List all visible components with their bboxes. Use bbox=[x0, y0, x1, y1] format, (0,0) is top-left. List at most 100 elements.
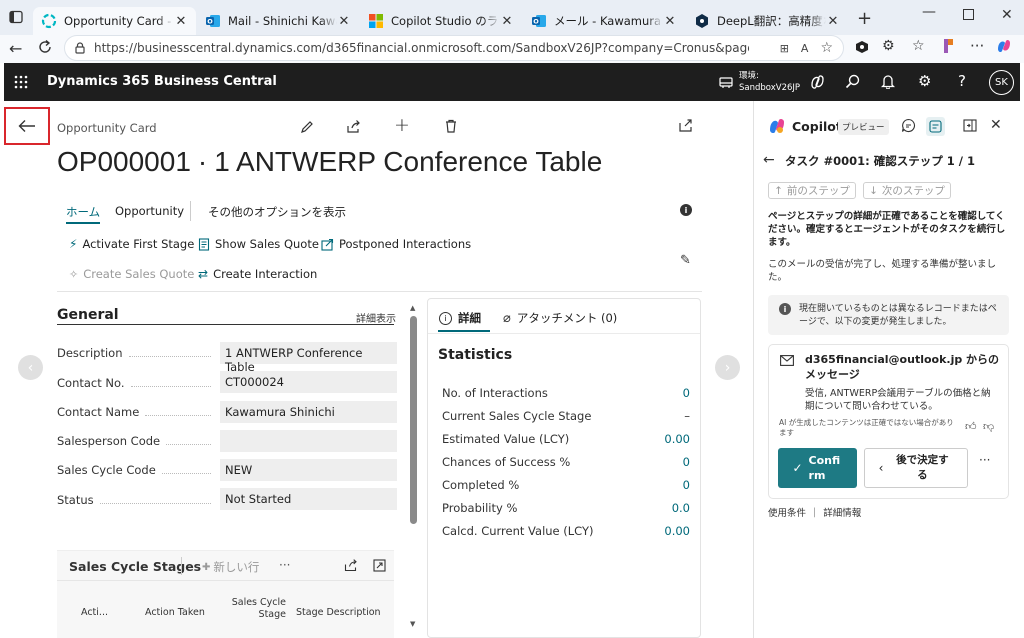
column-header[interactable]: Sales Cycle Stage bbox=[230, 597, 286, 621]
notifications-bell-icon[interactable] bbox=[881, 74, 895, 89]
user-avatar[interactable]: SK bbox=[989, 70, 1014, 95]
maximize-icon[interactable] bbox=[963, 9, 974, 20]
column-header[interactable]: Action Taken bbox=[145, 607, 205, 618]
card-more-button[interactable]: ··· bbox=[979, 453, 990, 467]
close-tab-icon[interactable]: ✕ bbox=[663, 14, 677, 29]
create-sales-quote-button[interactable]: ✧ Create Sales Quote bbox=[69, 267, 194, 281]
general-section-title[interactable]: General bbox=[57, 307, 119, 323]
site-info-icon[interactable] bbox=[73, 41, 87, 55]
chevron-left-icon: ‹ bbox=[878, 461, 884, 475]
dock-panel-icon[interactable] bbox=[963, 119, 977, 132]
activate-first-stage-button[interactable]: ⚡ Activate First Stage bbox=[69, 237, 194, 251]
previous-step-button[interactable]: ↑ 前のステップ bbox=[768, 182, 856, 199]
show-more-link[interactable]: 詳細表示 bbox=[356, 310, 396, 325]
create-quote-icon: ✧ bbox=[69, 267, 79, 281]
new-record-plus-icon[interactable]: + bbox=[394, 114, 410, 136]
extension-icon[interactable] bbox=[855, 40, 869, 54]
previous-record-button[interactable]: ‹ bbox=[18, 355, 43, 380]
column-header[interactable]: Stage Description bbox=[296, 607, 381, 618]
back-button[interactable] bbox=[4, 107, 50, 145]
contact-no-field[interactable]: CT000024 bbox=[220, 371, 397, 393]
help-icon[interactable]: ? bbox=[958, 72, 966, 90]
browser-tab-deepl[interactable]: DeepL翻訳：高精度な翻訳ツール ✕ bbox=[686, 7, 848, 35]
read-aloud-icon[interactable]: A bbox=[801, 42, 809, 55]
profile-flag-icon[interactable] bbox=[942, 38, 956, 54]
close-window-icon[interactable]: ✕ bbox=[1001, 7, 1013, 23]
copilot-pane: Copilot プレビュー ✕ ← タスク #0001: 確認ステップ 1 / … bbox=[753, 101, 1020, 638]
edge-copilot-icon[interactable] bbox=[996, 39, 1012, 53]
close-tab-icon[interactable]: ✕ bbox=[174, 14, 188, 29]
open-new-window-icon[interactable] bbox=[679, 119, 693, 132]
close-tab-icon[interactable]: ✕ bbox=[337, 14, 351, 29]
browser-tab-outlook[interactable]: O メール - Kawamura Shinichi - Outlook ✕ bbox=[523, 7, 685, 35]
document-icon bbox=[198, 237, 210, 251]
expand-icon[interactable] bbox=[373, 559, 386, 572]
description-field[interactable]: 1 ANTWERP Conference Table bbox=[220, 342, 397, 374]
ai-disclaimer: AI が生成したコンテンツは正確ではない場合があります bbox=[779, 418, 954, 437]
close-tab-icon[interactable]: ✕ bbox=[500, 14, 514, 29]
stages-more-button[interactable]: ··· bbox=[279, 558, 290, 572]
bc-app-header: Dynamics 365 Business Central 環境: Sandbo… bbox=[4, 63, 1020, 101]
pin-action-bar-icon[interactable]: ✎ bbox=[680, 253, 691, 268]
browser-tab-mail[interactable]: O Mail - Shinichi Kawamura - Outlook ✕ bbox=[197, 7, 359, 35]
details-link[interactable]: 詳細情報 bbox=[823, 505, 861, 519]
create-interaction-button[interactable]: ⇄ Create Interaction bbox=[198, 267, 317, 281]
sales-cycle-code-field[interactable]: NEW bbox=[220, 459, 397, 481]
microsoft-icon bbox=[368, 13, 384, 29]
stat-row: No. of Interactions 0 bbox=[442, 386, 690, 400]
new-line-button[interactable]: ✚ 新しい行 bbox=[202, 559, 259, 575]
salesperson-code-field[interactable] bbox=[220, 430, 397, 452]
app-launcher-icon[interactable] bbox=[14, 75, 28, 89]
scrollbar-thumb[interactable] bbox=[410, 316, 417, 524]
copilot-header-icon[interactable] bbox=[809, 74, 825, 90]
search-icon[interactable] bbox=[845, 74, 860, 89]
task-back-arrow-icon[interactable]: ← bbox=[763, 152, 775, 168]
tab-opportunity[interactable]: Opportunity bbox=[115, 204, 184, 218]
show-sales-quote-button[interactable]: Show Sales Quote bbox=[198, 237, 319, 251]
thumbs-down-icon[interactable]: 👎︎ bbox=[983, 420, 994, 433]
agent-tasks-icon[interactable] bbox=[926, 117, 945, 136]
url-text: https://businesscentral.dynamics.com/d36… bbox=[94, 41, 749, 55]
thumbs-up-icon[interactable]: 👍︎ bbox=[965, 420, 977, 433]
close-tab-icon[interactable]: ✕ bbox=[826, 14, 840, 29]
app-name[interactable]: Dynamics 365 Business Central bbox=[47, 74, 277, 89]
tab-details[interactable]: i 詳細 bbox=[439, 310, 481, 326]
column-header[interactable]: Acti... bbox=[81, 607, 108, 618]
confirm-button[interactable]: ✓ Confirm bbox=[778, 448, 857, 488]
address-bar[interactable]: https://businesscentral.dynamics.com/d36… bbox=[64, 35, 844, 61]
scroll-down-arrow[interactable]: ▼ bbox=[410, 620, 417, 630]
share-icon[interactable] bbox=[344, 559, 358, 572]
decide-later-button[interactable]: ‹ 後で決定する bbox=[864, 448, 968, 488]
minimize-icon[interactable]: — bbox=[922, 4, 936, 20]
scroll-up-arrow[interactable]: ▲ bbox=[410, 304, 417, 314]
tab-actions-icon[interactable] bbox=[9, 10, 23, 24]
environment-info[interactable]: 環境: SandboxV26JP bbox=[739, 70, 800, 94]
share-icon[interactable] bbox=[346, 120, 361, 134]
back-icon[interactable]: ← bbox=[9, 39, 22, 58]
terms-link[interactable]: 使用条件 bbox=[768, 505, 806, 519]
contact-name-field[interactable]: Kawamura Shinichi bbox=[220, 401, 397, 423]
stat-row: Chances of Success % 0 bbox=[442, 455, 690, 469]
extensions-puzzle-icon[interactable]: ⚙ bbox=[882, 38, 895, 54]
postponed-interactions-button[interactable]: Postponed Interactions bbox=[321, 237, 471, 251]
more-options-icon[interactable]: ··· bbox=[970, 37, 984, 55]
tab-more-options[interactable]: その他のオプションを表示 bbox=[208, 204, 346, 220]
new-tab-icon[interactable]: + bbox=[857, 8, 872, 29]
chat-icon[interactable] bbox=[901, 118, 916, 133]
app-available-icon[interactable]: ⊞ bbox=[780, 42, 789, 55]
favorite-icon[interactable]: ☆ bbox=[820, 40, 833, 56]
browser-tab-opportunity[interactable]: Opportunity Card - OP000001 ✕ bbox=[33, 7, 196, 35]
status-field[interactable]: Not Started bbox=[220, 488, 397, 510]
next-record-button[interactable]: › bbox=[715, 355, 740, 380]
favorites-bar-icon[interactable]: ☆ bbox=[912, 38, 925, 54]
delete-trash-icon[interactable] bbox=[445, 119, 457, 133]
settings-gear-icon[interactable]: ⚙ bbox=[918, 72, 931, 90]
close-copilot-icon[interactable]: ✕ bbox=[990, 117, 1002, 133]
info-icon[interactable]: i bbox=[680, 204, 692, 216]
tab-attachments[interactable]: ⌀ アタッチメント (0) bbox=[503, 310, 617, 326]
next-step-button[interactable]: ↓ 次のステップ bbox=[863, 182, 951, 199]
browser-tab-copilot-studio[interactable]: Copilot Studio のライセンス - Microsoft ✕ bbox=[360, 7, 522, 35]
refresh-icon[interactable] bbox=[37, 39, 53, 55]
tab-home[interactable]: ホーム bbox=[66, 204, 101, 224]
edit-pencil-icon[interactable] bbox=[300, 120, 314, 134]
